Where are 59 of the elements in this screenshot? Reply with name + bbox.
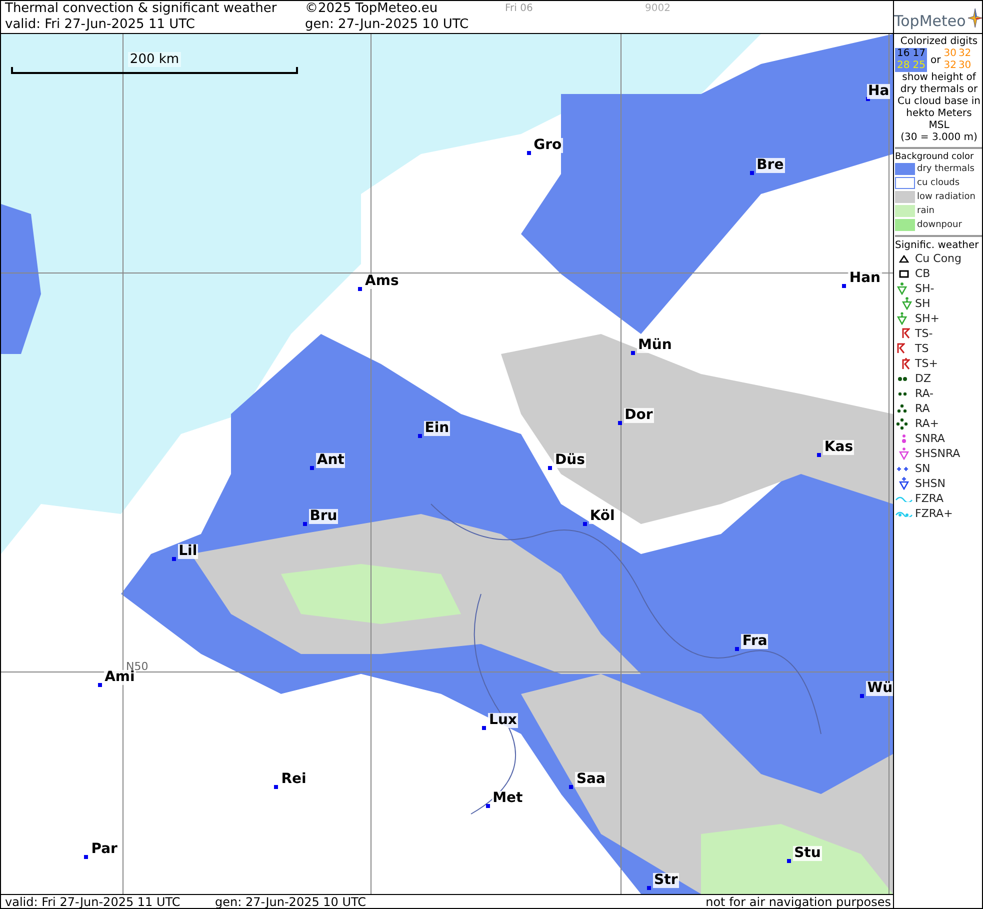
city-label: Ein <box>424 420 450 436</box>
valid-time: valid: Fri 27-Jun-2025 11 UTC <box>5 17 196 33</box>
legend-label: SHSNRA <box>915 447 960 460</box>
legend-label: FZRA <box>915 492 944 505</box>
city-label: Köl <box>588 509 616 524</box>
legend-label: SH+ <box>915 312 940 325</box>
city-label: Saa <box>575 772 606 788</box>
legend-label: SN <box>915 462 930 475</box>
city-label: Bre <box>756 158 785 174</box>
or-label: or <box>930 54 941 66</box>
city-label: Wü <box>866 681 893 696</box>
legend-heading: Background color <box>895 152 975 162</box>
thermal-digits-sample: 16 17 28 25 <box>895 48 928 72</box>
city-label: Düs <box>554 453 586 468</box>
legend-label: TS+ <box>915 357 938 370</box>
legend-label: RA <box>915 402 930 415</box>
city-label: Gro <box>532 138 563 153</box>
city-label: Ant <box>316 453 346 468</box>
city-label: Str <box>653 872 679 888</box>
map-title: Thermal convection & significant weather <box>5 1 278 17</box>
logo-text: TopMeteo <box>894 12 966 30</box>
legend-label: RA+ <box>915 417 939 430</box>
legend-label: downpour <box>917 220 962 230</box>
legend-note: show height of dry thermals or Cu cloud base in hekto Meters MSL <box>896 72 982 132</box>
legend-label: RA- <box>915 387 934 400</box>
legend-example: (30 = 3.000 m) <box>900 132 978 144</box>
legend-label: SH- <box>915 282 934 295</box>
legend-label: low radiation <box>917 192 976 202</box>
legend-heading: Colorized digits <box>899 36 979 48</box>
legend-label: TS <box>915 342 929 355</box>
scale-label: 200 km <box>128 52 182 67</box>
city-label: Ams <box>364 274 400 289</box>
city-label: Ha <box>867 84 890 98</box>
city-label: Stu <box>793 846 822 862</box>
city-label: Lux <box>488 713 518 728</box>
legend-label: DZ <box>915 372 932 385</box>
legend-label: dry thermals <box>917 164 974 174</box>
day-label: Fri 06 <box>505 2 534 16</box>
legend-label: TS- <box>915 327 933 340</box>
city-label: Ami <box>104 670 136 686</box>
legend-label: rain <box>917 206 934 216</box>
city-label: Kas <box>823 440 854 456</box>
copyright-text: ©2025 TopMeteo.eu <box>305 1 439 17</box>
city-label: Fra <box>741 634 768 649</box>
city-label: Mün <box>636 338 673 354</box>
legend-label: FZRA+ <box>915 507 953 520</box>
city-label: Rei <box>280 772 308 786</box>
legend-label: SH <box>915 297 930 310</box>
legend-label: SNRA <box>915 432 945 445</box>
legend-label: Cu Cong <box>915 252 962 265</box>
cloud-base-digits-sample: 30 32 32 30 <box>944 48 972 72</box>
legend-label: CB <box>915 267 930 280</box>
code-label: 9002 <box>645 2 672 16</box>
legend-label: SHSN <box>915 477 946 490</box>
city-label: Bru <box>308 509 338 524</box>
generated-time: gen: 27-Jun-2025 10 UTC <box>305 17 470 33</box>
city-label: Dor <box>624 408 654 423</box>
legend-heading: Signific. weather <box>895 240 980 251</box>
legend-label: cu clouds <box>917 178 960 188</box>
